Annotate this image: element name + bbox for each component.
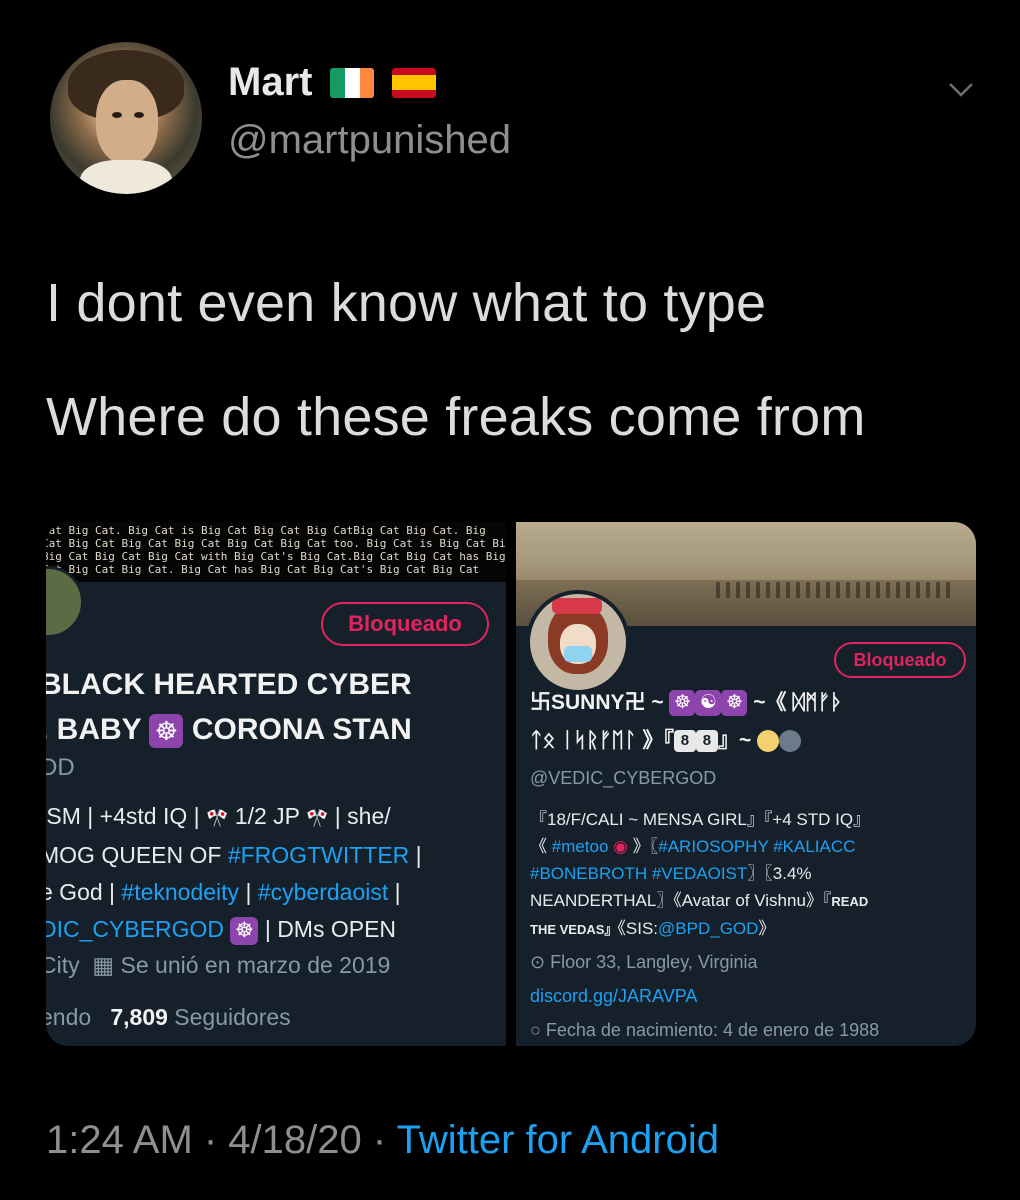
- author-handle[interactable]: @martpunished: [228, 118, 511, 163]
- right-profile-url[interactable]: discord.gg/JARAVPA: [530, 986, 697, 1007]
- hashtag-link[interactable]: #FROGTWITTER: [228, 842, 409, 868]
- left-profile-bio: ISM | +4std IQ | 🎌 1/2 JP 🎌 | she/ MOG Q…: [46, 798, 422, 948]
- left-blocked-button[interactable]: Bloqueado: [321, 602, 489, 646]
- ribbon-icon: ◉: [613, 837, 629, 856]
- right-profile-handle: @VEDIC_CYBERGOD: [530, 768, 717, 788]
- tweet-text-line1: I dont even know what to type: [46, 273, 767, 333]
- hashtag-link[interactable]: #ARIOSOPHY #KALIACC: [658, 837, 855, 856]
- dharma-wheel-icon: ☸: [149, 714, 184, 749]
- balloon-icon: ○: [530, 1020, 541, 1040]
- right-blocked-button[interactable]: Bloqueado: [834, 642, 966, 678]
- hashtag-link[interactable]: #cyberdaoist: [258, 879, 388, 905]
- hashtag-link[interactable]: #metoo: [552, 837, 609, 856]
- japan-flags-icon: 🎌: [205, 808, 229, 828]
- tweet-footer: 1:24 AM · 4/18/20 · Twitter for Android: [46, 1118, 719, 1163]
- dharma-wheel-icon: ☸: [669, 690, 696, 717]
- author-name[interactable]: Mart: [228, 60, 312, 105]
- japan-flags-icon: 🎌: [305, 808, 329, 828]
- yin-yang-icon: ☯: [695, 690, 722, 717]
- author-avatar[interactable]: [50, 42, 202, 194]
- left-profile-name: BLACK HEARTED CYBER . BABY ☸ CORONA STAN: [46, 662, 412, 752]
- right-profile-location: ⊙ Floor 33, Langley, Virginia: [530, 952, 758, 972]
- tweet-timestamp[interactable]: 1:24 AM · 4/18/20 ·: [46, 1118, 386, 1162]
- full-moon-icon: [757, 730, 780, 753]
- left-profile-follow-counts[interactable]: endo 7,809 Seguidores: [46, 1004, 291, 1031]
- dharma-wheel-icon: ☸: [230, 916, 259, 945]
- bigcat-banner: …at Big Cat. Big Cat is Big Cat Big Cat …: [46, 522, 506, 582]
- left-profile-meta: City ▦ Se unió en marzo de 2019: [46, 952, 391, 978]
- hashtag-link[interactable]: #BONEBROTH #VEDAOIST: [530, 864, 747, 883]
- right-profile-bio: 『18/F/CALI ~ MENSA GIRL』『+4 STD IQ』 《 #m…: [530, 810, 871, 938]
- spain-flag-icon: [392, 67, 437, 98]
- left-profile-screenshot[interactable]: …at Big Cat. Big Cat is Big Cat Big Cat …: [46, 522, 506, 1046]
- author-name-row[interactable]: Mart: [228, 60, 437, 105]
- right-profile-name: 卐SUNNY卍 ~ ☸ ☯ ☸ ~《 ᛞᛗᚠᚦ ᛏᛟ ᛁᛋᚱᚠᛖᛚ 》『 8 8 』~: [530, 690, 843, 753]
- mention-link[interactable]: @BPD_GOD: [658, 919, 758, 938]
- calendar-icon: ▦: [92, 952, 115, 978]
- ireland-flag-icon: [330, 67, 375, 98]
- right-profile-birthday: ○ Fecha de nacimiento: 4 de enero de 198…: [530, 1020, 880, 1040]
- tweet-source-link[interactable]: Twitter for Android: [397, 1118, 719, 1162]
- location-pin-icon: ⊙: [530, 952, 546, 972]
- mention-link[interactable]: DIC_CYBERGOD: [46, 916, 224, 942]
- right-profile-screenshot[interactable]: Bloqueado 卐SUNNY卍 ~ ☸ ☯ ☸ ~《 ᛞᛗᚠᚦ ᛏᛟ ᛁᛋᚱᚠᛖ…: [516, 522, 976, 1046]
- new-moon-icon: [779, 730, 802, 753]
- tweet-text-line2: Where do these freaks come from: [46, 387, 866, 447]
- hashtag-link[interactable]: #teknodeity: [121, 879, 239, 905]
- tweet-media[interactable]: …at Big Cat. Big Cat is Big Cat Big Cat …: [46, 522, 976, 1046]
- left-profile-handle: DD: [46, 754, 75, 781]
- dharma-wheel-icon: ☸: [721, 690, 748, 717]
- chevron-down-icon[interactable]: [946, 74, 976, 104]
- right-profile-avatar: [526, 590, 630, 694]
